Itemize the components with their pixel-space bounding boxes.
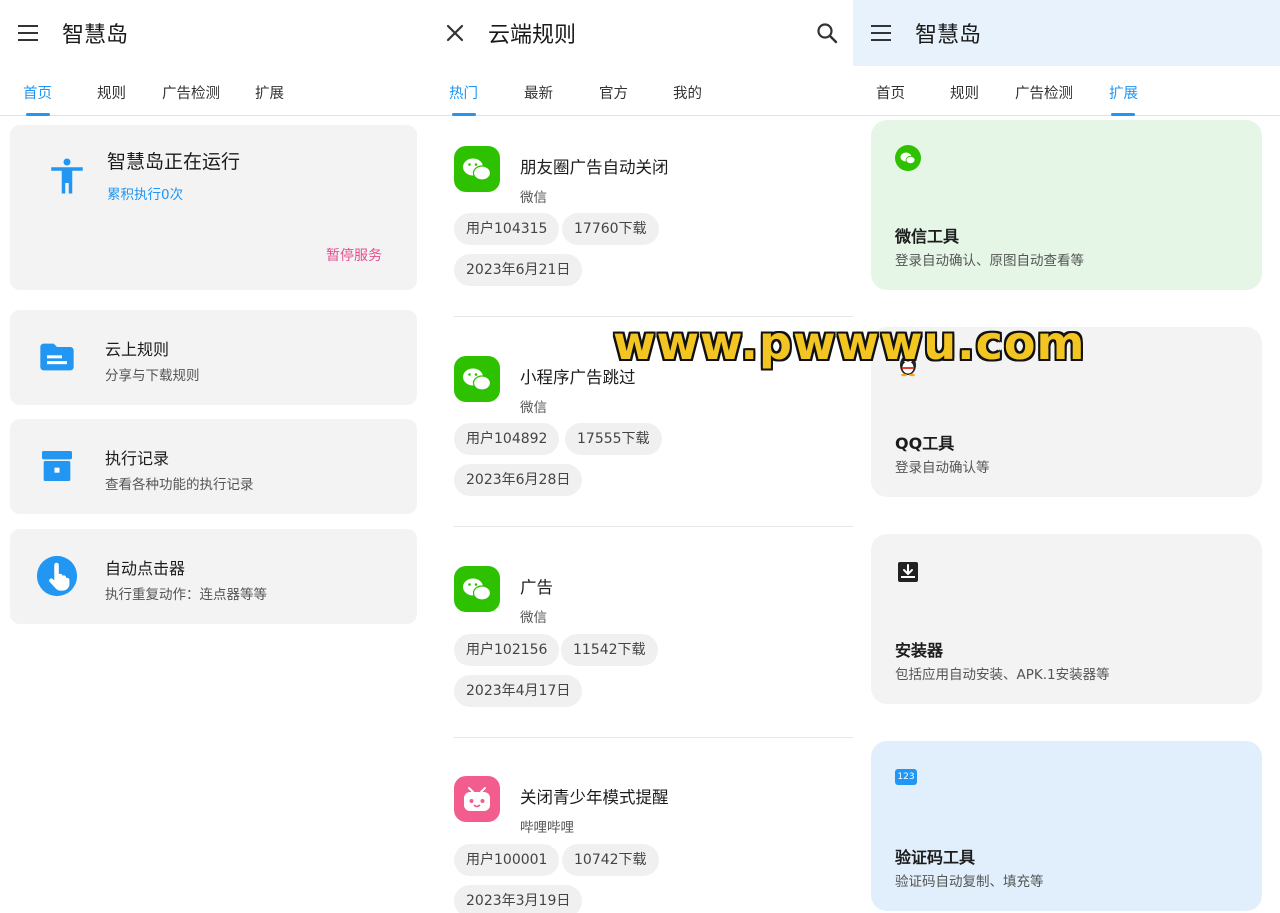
bilibili-app-icon — [454, 776, 500, 822]
folder-icon — [36, 336, 78, 378]
close-icon[interactable] — [444, 22, 466, 44]
divider — [454, 526, 853, 527]
extensions-tab-bar: 首页 规则 广告检测 扩展 — [853, 66, 1280, 116]
rule-downloads-chip: 11542下载 — [561, 634, 658, 666]
extension-subtitle: 验证码自动复制、填充等 — [895, 874, 1044, 890]
divider — [454, 316, 853, 317]
rule-date-chip: 2023年6月28日 — [454, 464, 583, 496]
wechat-icon — [895, 145, 921, 171]
tab-extensions[interactable]: 扩展 — [1109, 82, 1138, 103]
extensions-panel: 智慧岛 首页 规则 广告检测 扩展 微信工具 登录自动确认、原图自动查看等 QQ… — [853, 0, 1280, 913]
extension-subtitle: 登录自动确认等 — [895, 460, 990, 476]
tab-official[interactable]: 官方 — [599, 82, 628, 103]
page-title: 云端规则 — [488, 23, 577, 48]
search-icon[interactable] — [815, 21, 839, 45]
extension-card-verification-code[interactable]: 123 验证码工具 验证码自动复制、填充等 — [871, 741, 1262, 911]
tab-latest[interactable]: 最新 — [524, 82, 553, 103]
tab-popular[interactable]: 热门 — [449, 82, 478, 103]
tab-ad-detection[interactable]: 广告检测 — [162, 82, 220, 103]
menu-item-title: 自动点击器 — [105, 559, 186, 578]
rule-date-chip: 2023年4月17日 — [454, 675, 583, 707]
tab-rules[interactable]: 规则 — [97, 82, 126, 103]
menu-item-title: 执行记录 — [105, 449, 170, 468]
rule-app-name: 哔哩哔哩 — [520, 820, 574, 836]
rule-title: 关闭青少年模式提醒 — [520, 788, 669, 807]
installer-download-icon — [895, 559, 921, 585]
service-status-title: 智慧岛正在运行 — [107, 151, 241, 173]
hamburger-menu-icon[interactable] — [18, 24, 40, 42]
rule-date-chip: 2023年6月21日 — [454, 254, 583, 286]
menu-item-subtitle: 查看各种功能的执行记录 — [105, 477, 254, 493]
divider — [454, 737, 853, 738]
home-app-bar: 智慧岛 — [0, 0, 426, 66]
menu-item-title: 云上规则 — [105, 340, 170, 359]
extension-card-qq[interactable]: QQ工具 登录自动确认等 — [871, 327, 1262, 497]
qq-penguin-icon — [895, 352, 921, 378]
tab-extensions[interactable]: 扩展 — [255, 82, 284, 103]
rule-downloads-chip: 17760下载 — [562, 213, 659, 245]
tab-ad-detection[interactable]: 广告检测 — [1015, 82, 1073, 103]
verification-code-icon: 123 — [895, 769, 917, 785]
execution-count: 累积执行0次 — [107, 187, 184, 203]
tap-hand-icon — [36, 555, 78, 597]
extension-subtitle: 登录自动确认、原图自动查看等 — [895, 253, 1084, 269]
menu-item-subtitle: 分享与下载规则 — [105, 368, 200, 384]
rule-app-name: 微信 — [520, 400, 547, 416]
wechat-app-icon — [454, 146, 500, 192]
rule-downloads-chip: 17555下载 — [565, 423, 662, 455]
rule-author-chip: 用户104892 — [454, 423, 560, 455]
rule-date-chip: 2023年3月19日 — [454, 885, 583, 913]
rule-app-name: 微信 — [520, 190, 547, 206]
menu-item-execution-log[interactable]: 执行记录 查看各种功能的执行记录 — [10, 419, 417, 514]
tab-indicator — [1111, 113, 1135, 116]
tab-mine[interactable]: 我的 — [673, 82, 702, 103]
rule-author-chip: 用户104315 — [454, 213, 560, 245]
extension-title: 验证码工具 — [895, 848, 976, 867]
rule-author-chip: 用户100001 — [454, 844, 560, 876]
cloud-rules-app-bar: 云端规则 — [426, 0, 853, 66]
home-panel: 智慧岛 首页 规则 广告检测 扩展 智慧岛正在运行 累积执行0次 暂停服务 云上… — [0, 0, 426, 913]
service-status-card: 智慧岛正在运行 累积执行0次 暂停服务 — [10, 125, 417, 290]
extension-title: 安装器 — [895, 641, 944, 660]
menu-item-auto-clicker[interactable]: 自动点击器 执行重复动作：连点器等等 — [10, 529, 417, 624]
rule-title: 广告 — [520, 578, 553, 597]
tab-home[interactable]: 首页 — [876, 82, 905, 103]
extension-title: QQ工具 — [895, 434, 955, 453]
menu-item-cloud-rules[interactable]: 云上规则 分享与下载规则 — [10, 310, 417, 405]
extension-title: 微信工具 — [895, 227, 960, 246]
rule-title: 小程序广告跳过 — [520, 368, 636, 387]
extension-card-installer[interactable]: 安装器 包括应用自动安装、APK.1安装器等 — [871, 534, 1262, 704]
cloud-rules-panel: 云端规则 热门 最新 官方 我的 朋友圈广告自动关闭 微信 用户104315 1… — [426, 0, 853, 913]
page-title: 智慧岛 — [915, 23, 982, 48]
rule-downloads-chip: 10742下载 — [562, 844, 659, 876]
home-tab-bar: 首页 规则 广告检测 扩展 — [0, 66, 426, 116]
rule-author-chip: 用户102156 — [454, 634, 560, 666]
tab-rules[interactable]: 规则 — [950, 82, 979, 103]
pause-service-button[interactable]: 暂停服务 — [326, 245, 382, 265]
rule-app-name: 微信 — [520, 610, 547, 626]
tab-home[interactable]: 首页 — [23, 82, 52, 103]
tab-indicator — [26, 113, 50, 116]
menu-item-subtitle: 执行重复动作：连点器等等 — [105, 587, 267, 603]
wechat-app-icon — [454, 356, 500, 402]
cloud-tab-bar: 热门 最新 官方 我的 — [426, 66, 853, 116]
archive-box-icon — [36, 445, 78, 487]
page-title: 智慧岛 — [62, 23, 129, 48]
wechat-app-icon — [454, 566, 500, 612]
hamburger-menu-icon[interactable] — [871, 24, 893, 42]
accessibility-icon — [46, 155, 88, 201]
rule-title: 朋友圈广告自动关闭 — [520, 158, 669, 177]
extensions-app-bar: 智慧岛 — [853, 0, 1280, 66]
extension-card-wechat[interactable]: 微信工具 登录自动确认、原图自动查看等 — [871, 120, 1262, 290]
tab-indicator — [452, 113, 476, 116]
extension-subtitle: 包括应用自动安装、APK.1安装器等 — [895, 667, 1110, 683]
